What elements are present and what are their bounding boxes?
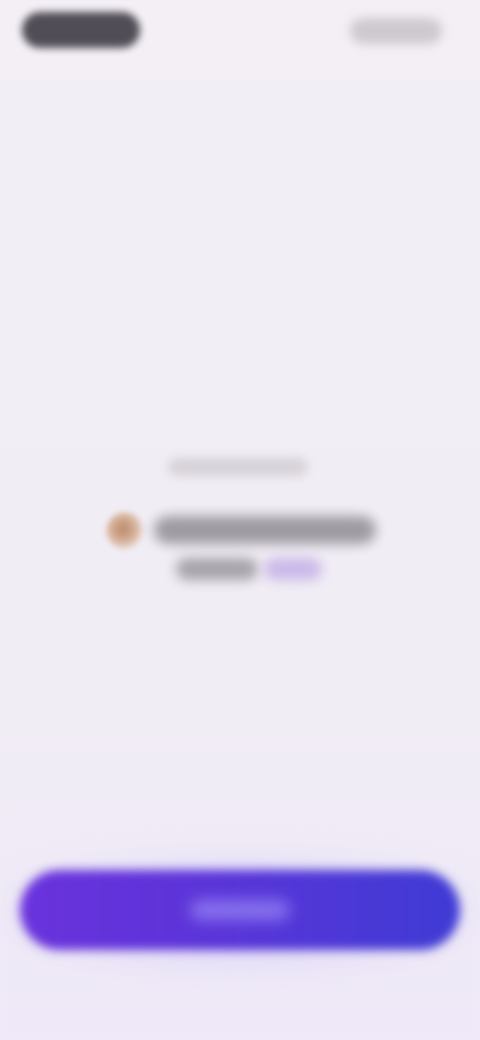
top-bar (0, 0, 480, 70)
caption-text (168, 458, 169, 459)
primary-cta-button[interactable] (20, 870, 460, 950)
subtext (176, 558, 258, 580)
subtext-accent (264, 558, 322, 580)
center-status-block (96, 440, 386, 600)
headline (154, 516, 376, 544)
subtext-accent-text (264, 558, 265, 559)
headline-text (154, 516, 155, 517)
subtext-row (176, 556, 326, 582)
status-dot-icon (106, 512, 144, 550)
brand-logo[interactable] (22, 12, 140, 48)
top-right-action-label (350, 18, 351, 19)
status-row (100, 508, 382, 550)
caption (168, 458, 308, 476)
top-right-action[interactable] (350, 18, 442, 44)
brand-label (22, 12, 23, 13)
cta-label-bar (190, 900, 290, 920)
screen (0, 0, 480, 1040)
subtext-text (176, 558, 177, 559)
